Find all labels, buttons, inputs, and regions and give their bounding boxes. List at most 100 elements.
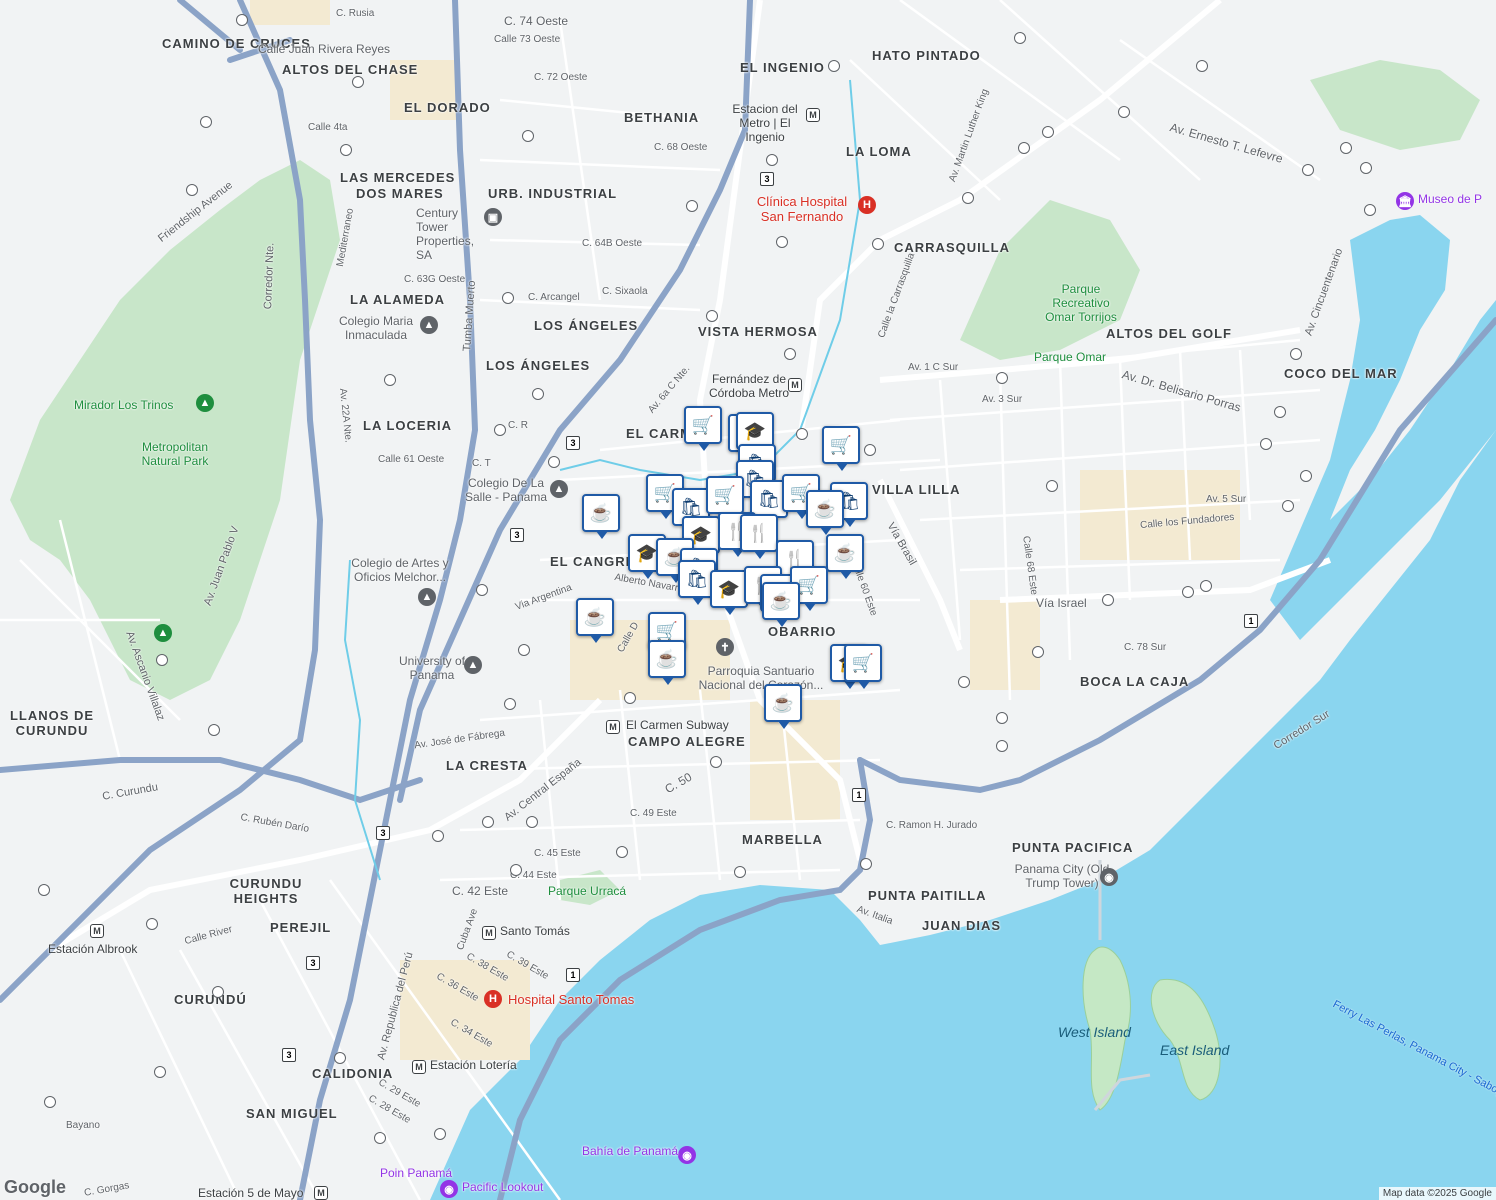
bus-stop-icon[interactable] [828,60,840,72]
bus-stop-icon[interactable] [864,444,876,456]
poi-pacific-lookout[interactable]: Pacific Lookout [462,1180,543,1194]
bus-stop-icon[interactable] [236,14,248,26]
cafe-marker-icon[interactable]: ☕ [826,534,864,579]
bus-stop-icon[interactable] [482,816,494,828]
bus-stop-icon[interactable] [334,1052,346,1064]
poi-century-tower[interactable]: Century Tower Properties, SA [416,206,486,262]
bus-stop-icon[interactable] [532,388,544,400]
bus-stop-icon[interactable] [526,816,538,828]
bus-stop-icon[interactable] [686,200,698,212]
bus-stop-icon[interactable] [38,884,50,896]
grocery-marker-icon[interactable]: 🛒 [844,644,882,689]
bus-stop-icon[interactable] [958,676,970,688]
poi-clinica-san-fernando[interactable]: Clínica Hospital San Fernando [752,194,852,224]
bus-stop-icon[interactable] [710,756,722,768]
bus-stop-icon[interactable] [1196,60,1208,72]
restaurant-marker-icon[interactable]: 🍴 [740,514,778,559]
bus-stop-icon[interactable] [340,144,352,156]
bus-stop-icon[interactable] [146,918,158,930]
poi-bahia-de-panama[interactable]: Bahía de Panamá [582,1144,678,1158]
cafe-marker-icon[interactable]: ☕ [582,494,620,539]
bus-stop-icon[interactable] [996,712,1008,724]
poi-colegio-de-artes[interactable]: Colegio de Artes y Oficios Melchor... [340,556,460,584]
poi-university-of-panama[interactable]: University of Panama [396,654,468,682]
bus-stop-icon[interactable] [1360,162,1372,174]
bus-stop-icon[interactable] [784,348,796,360]
bus-stop-icon[interactable] [1014,32,1026,44]
bus-stop-icon[interactable] [44,1096,56,1108]
bus-stop-icon[interactable] [706,310,718,322]
bus-stop-icon[interactable] [494,424,506,436]
bus-stop-icon[interactable] [200,116,212,128]
poi-old-trump-tower[interactable]: Panama City (Old Trump Tower) [1014,862,1110,890]
bus-stop-icon[interactable] [1182,586,1194,598]
grocery-marker-icon[interactable]: 🛒 [684,406,722,451]
bus-stop-icon[interactable] [962,192,974,204]
bus-stop-icon[interactable] [1300,470,1312,482]
bus-stop-icon[interactable] [374,1132,386,1144]
bus-stop-icon[interactable] [616,846,628,858]
bus-stop-icon[interactable] [1260,438,1272,450]
poi-parroquia-santuario[interactable]: Parroquia Santuario Nacional del Corazón… [686,664,836,692]
bus-stop-icon[interactable] [860,858,872,870]
bus-stop-icon[interactable] [432,830,444,842]
cafe-marker-icon[interactable]: ☕ [576,598,614,643]
bus-stop-icon[interactable] [384,374,396,386]
bus-stop-icon[interactable] [766,154,778,166]
park-urraca[interactable]: Parque Urracá [548,884,626,898]
bus-stop-icon[interactable] [996,740,1008,752]
bus-stop-icon[interactable] [1302,164,1314,176]
metro-el-ingenio[interactable]: Estacion del Metro | El Ingenio [720,102,810,144]
bus-stop-icon[interactable] [1102,594,1114,606]
bus-stop-icon[interactable] [1274,406,1286,418]
bus-stop-icon[interactable] [1200,580,1212,592]
bus-stop-icon[interactable] [186,184,198,196]
bus-stop-icon[interactable] [510,864,522,876]
bus-stop-icon[interactable] [1042,126,1054,138]
grocery-marker-icon[interactable]: 🛒 [822,426,860,471]
metro-5-de-mayo[interactable]: Estación 5 de Mayo [198,1186,303,1200]
bus-stop-icon[interactable] [624,692,636,704]
cafe-marker-icon[interactable]: ☕ [764,684,802,729]
bus-stop-icon[interactable] [504,698,516,710]
school-marker-icon[interactable]: 🎓 [710,570,748,615]
park-mirador-los-trinos[interactable]: Mirador Los Trinos [74,398,173,412]
poi-colegio-maria-inmaculada[interactable]: Colegio Maria Inmaculada [328,314,424,342]
metro-santo-tomas[interactable]: Santo Tomás [500,924,570,938]
bus-stop-icon[interactable] [1018,142,1030,154]
bus-stop-icon[interactable] [1364,204,1376,216]
map-canvas[interactable]: CAMINO DE CRUCES ALTOS DEL CHASE EL DORA… [0,0,1496,1200]
bus-stop-icon[interactable] [1282,500,1294,512]
bus-stop-icon[interactable] [548,456,560,468]
park-metropolitan[interactable]: Metropolitan Natural Park [130,440,220,468]
bus-stop-icon[interactable] [502,292,514,304]
bus-stop-icon[interactable] [522,130,534,142]
bus-stop-icon[interactable] [212,986,224,998]
bus-stop-icon[interactable] [434,1128,446,1140]
poi-colegio-de-la-salle[interactable]: Colegio De La Salle - Panama [460,476,552,504]
bus-stop-icon[interactable] [156,654,168,666]
bus-stop-icon[interactable] [1118,106,1130,118]
metro-el-carmen[interactable]: El Carmen Subway [626,718,729,732]
bus-stop-icon[interactable] [776,236,788,248]
bus-stop-icon[interactable] [734,866,746,878]
grocery-marker-icon[interactable]: 🛒 [706,476,744,521]
poi-hospital-santo-tomas[interactable]: Hospital Santo Tomas [508,992,634,1007]
cafe-marker-icon[interactable]: ☕ [806,490,844,535]
bus-stop-icon[interactable] [1290,348,1302,360]
bus-stop-icon[interactable] [476,584,488,596]
bus-stop-icon[interactable] [1046,480,1058,492]
bus-stop-icon[interactable] [872,238,884,250]
park-omar-torrijos[interactable]: Parque Recreativo Omar Torrijos [1036,282,1126,324]
bus-stop-icon[interactable] [352,76,364,88]
cafe-marker-icon[interactable]: ☕ [648,640,686,685]
metro-albrook[interactable]: Estación Albrook [48,942,137,956]
bus-stop-icon[interactable] [796,428,808,440]
poi-museo[interactable]: Museo de P [1418,192,1482,206]
bus-stop-icon[interactable] [154,1066,166,1078]
metro-loteria[interactable]: Estación Lotería [430,1058,517,1072]
bus-stop-icon[interactable] [208,724,220,736]
metro-fernandez-de-cordoba[interactable]: Fernández de Córdoba Metro [704,372,794,400]
poi-poin-panama[interactable]: Poin Panamá [380,1166,452,1180]
cafe-marker-icon[interactable]: ☕ [762,582,800,627]
